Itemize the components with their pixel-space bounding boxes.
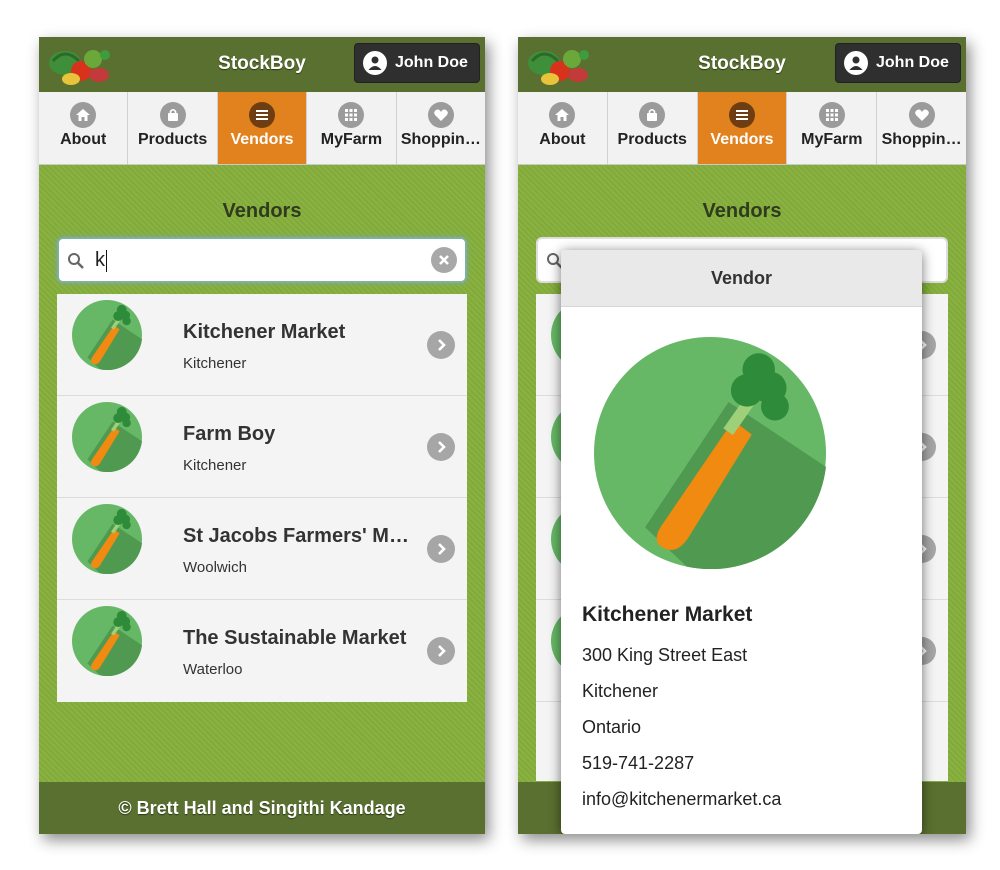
carrot-icon xyxy=(72,504,142,574)
clear-search-button[interactable] xyxy=(431,247,457,273)
home-icon xyxy=(549,102,576,128)
vendor-list: Kitchener Market Kitchener Farm Boy Kitc… xyxy=(57,294,467,702)
tab-label: About xyxy=(539,131,586,148)
footer: © Brett Hall and Singithi Kandage xyxy=(39,782,485,834)
vendor-phone[interactable]: 519-741-2287 xyxy=(582,753,694,774)
nav-bar: About Products Vendors MyFarm Shoppin… xyxy=(39,92,485,165)
app-header: StockBoy John Doe xyxy=(518,37,966,93)
tab-vendors[interactable]: Vendors xyxy=(217,92,308,164)
tab-products[interactable]: Products xyxy=(608,92,698,164)
tab-label: Shoppin… xyxy=(400,131,481,148)
bag-icon xyxy=(159,102,186,128)
tab-vendors[interactable]: Vendors xyxy=(697,92,788,164)
vendor-name: St Jacobs Farmers' M… xyxy=(183,525,409,547)
vendor-name: The Sustainable Market xyxy=(183,627,407,649)
user-account-button[interactable]: John Doe xyxy=(835,43,961,83)
vendor-city: Kitchener xyxy=(582,681,659,701)
carrot-icon xyxy=(72,300,142,370)
popup-title: Vendor xyxy=(561,250,922,307)
tab-label: MyFarm xyxy=(801,131,863,148)
tab-label: Products xyxy=(617,131,687,148)
user-name: John Doe xyxy=(395,54,468,71)
tab-shopping[interactable]: Shoppin… xyxy=(877,92,966,164)
search-value: k xyxy=(95,249,107,272)
close-icon xyxy=(439,255,449,265)
user-account-button[interactable]: John Doe xyxy=(354,43,480,83)
vendor-name: Kitchener Market xyxy=(582,603,753,626)
tab-myfarm[interactable]: MyFarm xyxy=(307,92,397,164)
tab-shopping[interactable]: Shoppin… xyxy=(397,92,485,164)
vendor-email[interactable]: info@kitchenermarket.ca xyxy=(582,789,781,810)
user-icon xyxy=(844,51,868,75)
heart-icon xyxy=(908,102,935,128)
user-name: John Doe xyxy=(876,54,949,71)
nav-bar: About Products Vendors MyFarm Shoppin… xyxy=(518,92,966,165)
tab-about[interactable]: About xyxy=(39,92,129,164)
list-item[interactable]: Kitchener Market Kitchener xyxy=(57,294,467,396)
vendor-name: Kitchener Market xyxy=(183,321,346,343)
user-icon xyxy=(363,51,387,75)
vendor-city: Waterloo xyxy=(183,661,243,678)
bag-icon xyxy=(639,102,666,128)
vendors-list-screen: StockBoy John Doe About Products Vendors xyxy=(39,37,485,834)
grid-icon xyxy=(338,102,365,128)
carrot-icon xyxy=(594,337,826,569)
vendor-detail-popup[interactable]: Vendor Kitchener Market 300 King Street … xyxy=(561,250,922,834)
vendor-province: Ontario xyxy=(582,717,642,737)
list-icon xyxy=(728,102,755,128)
vendor-city: Woolwich xyxy=(183,559,247,576)
tab-about[interactable]: About xyxy=(518,92,608,164)
page-title: Vendors xyxy=(702,200,782,222)
search-input[interactable]: k xyxy=(57,237,467,283)
vendor-city: Kitchener xyxy=(183,457,247,474)
list-icon xyxy=(249,102,276,128)
vendor-name: Farm Boy xyxy=(183,423,276,445)
carrot-icon xyxy=(72,402,142,472)
list-item[interactable]: St Jacobs Farmers' M… Woolwich xyxy=(57,498,467,600)
page-title: Vendors xyxy=(222,200,302,222)
app-header: StockBoy John Doe xyxy=(39,37,485,93)
chevron-right-icon xyxy=(427,637,455,665)
search-icon xyxy=(67,252,85,275)
tab-products[interactable]: Products xyxy=(128,92,218,164)
heart-icon xyxy=(427,102,454,128)
tab-label: Products xyxy=(137,131,208,148)
tab-label: Shoppin… xyxy=(881,131,962,148)
grid-icon xyxy=(818,102,845,128)
tab-label: MyFarm xyxy=(320,131,383,148)
tab-myfarm[interactable]: MyFarm xyxy=(787,92,878,164)
tab-label: About xyxy=(60,131,107,148)
tab-label: Vendors xyxy=(710,131,774,148)
list-item[interactable]: The Sustainable Market Waterloo xyxy=(57,600,467,702)
chevron-right-icon xyxy=(427,433,455,461)
chevron-right-icon xyxy=(427,535,455,563)
vendor-address: 300 King Street East xyxy=(582,645,748,665)
chevron-right-icon xyxy=(427,331,455,359)
carrot-icon xyxy=(72,606,142,676)
home-icon xyxy=(70,102,97,128)
vendor-city: Kitchener xyxy=(183,355,247,372)
vendor-detail-screen: StockBoy John Doe About Products Vendors xyxy=(518,37,966,834)
list-item[interactable]: Farm Boy Kitchener xyxy=(57,396,467,498)
tab-label: Vendors xyxy=(230,131,294,148)
